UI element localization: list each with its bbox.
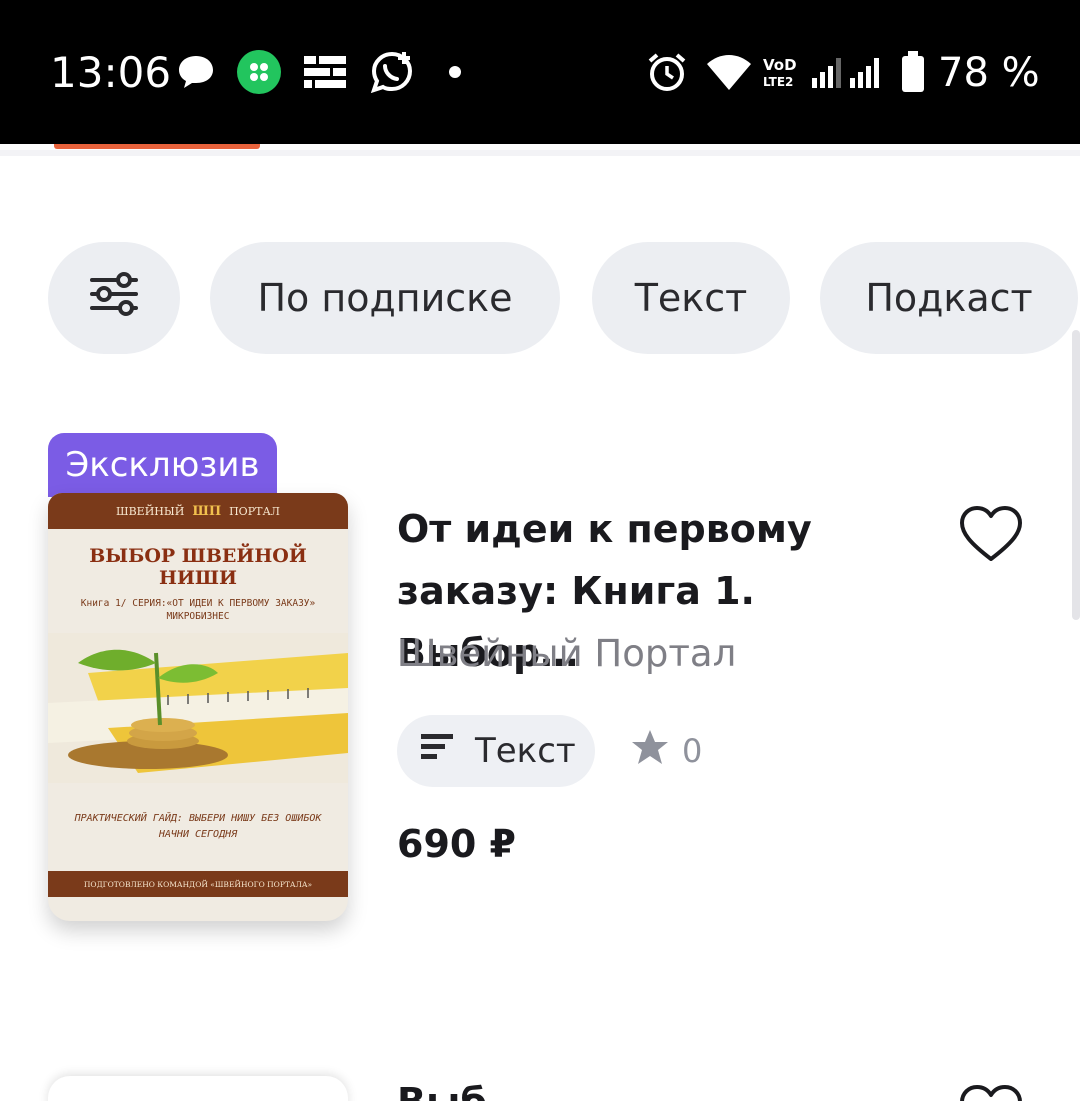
rating: 0	[630, 727, 702, 775]
favorite-button[interactable]	[958, 505, 1024, 565]
dot-icon	[448, 48, 462, 96]
svg-text:VoD: VoD	[763, 56, 797, 74]
heart-icon	[960, 506, 1022, 561]
cover-tagline-line2: НАЧНИ СЕГОДНЯ	[158, 829, 238, 840]
battery-percentage: 78 %	[938, 50, 1040, 96]
cover-subtitle-line1: Книга 1/ СЕРИЯ:«ОТ ИДЕИ К ПЕРВОМУ ЗАКАЗУ…	[80, 598, 316, 609]
book-price: 690 ₽	[397, 822, 516, 866]
active-tab-indicator	[54, 144, 260, 149]
status-bar: 13:06 VoD LTE2 78 %	[0, 0, 1080, 144]
sliders-icon	[88, 271, 140, 325]
star-icon	[630, 728, 670, 774]
app-icon	[236, 48, 282, 96]
cover-illustration	[48, 633, 348, 783]
cover-header-left: ШВЕЙНЫЙ	[116, 504, 185, 518]
messenger-icon	[176, 48, 216, 96]
cover-subtitle-line2: МИКРОБИЗНЕС	[166, 611, 230, 622]
cover-header: ШВЕЙНЫЙ ШП ПОРТАЛ	[48, 493, 348, 529]
cover-title: ВЫБОР ШВЕЙНОЙ НИШИ	[89, 545, 307, 589]
cover-header-right: ПОРТАЛ	[229, 504, 280, 518]
next-favorite-button[interactable]	[958, 1084, 1024, 1101]
alarm-icon	[646, 48, 688, 96]
filter-settings-button[interactable]	[48, 242, 180, 354]
next-book-title[interactable]: Выб	[397, 1080, 487, 1101]
cover-logo: ШП	[192, 503, 222, 519]
volte-icon: VoD LTE2	[760, 48, 800, 96]
text-format-icon	[421, 731, 453, 771]
format-chip: Текст	[397, 715, 595, 787]
book-author[interactable]: Швейный Портал	[397, 632, 736, 675]
filter-subscription-chip[interactable]: По подписке	[210, 242, 560, 354]
exclusive-badge: Эксклюзив	[48, 433, 277, 497]
battery-icon	[900, 48, 926, 96]
next-book-cover[interactable]	[48, 1076, 348, 1101]
status-time: 13:06	[50, 48, 172, 97]
cover-subtitle: Книга 1/ СЕРИЯ:«ОТ ИДЕИ К ПЕРВОМУ ЗАКАЗУ…	[48, 597, 348, 623]
cover-footer: ПОДГОТОВЛЕНО КОМАНДОЙ «ШВЕЙНОГО ПОРТАЛА»	[48, 871, 348, 897]
filter-podcast-chip[interactable]: Подкаст	[820, 242, 1078, 354]
whatsapp-icon	[370, 48, 414, 96]
format-label: Текст	[475, 731, 576, 771]
rating-value: 0	[682, 732, 703, 770]
heart-icon	[960, 1085, 1022, 1101]
cover-tagline-line1: ПРАКТИЧЕСКИЙ ГАЙД: ВЫБЕРИ НИШУ БЕЗ ОШИБО…	[74, 813, 322, 824]
wifi-icon	[706, 48, 752, 96]
signal-icon	[810, 48, 886, 96]
book-cover[interactable]: ШВЕЙНЫЙ ШП ПОРТАЛ ВЫБОР ШВЕЙНОЙ НИШИ Кни…	[48, 493, 348, 921]
cover-tagline: ПРАКТИЧЕСКИЙ ГАЙД: ВЫБЕРИ НИШУ БЕЗ ОШИБО…	[48, 811, 348, 843]
divider	[0, 150, 1080, 156]
svg-text:LTE2: LTE2	[763, 75, 793, 89]
scrollbar[interactable]	[1072, 330, 1080, 620]
notification-icon	[302, 48, 348, 96]
filter-text-chip[interactable]: Текст	[592, 242, 790, 354]
